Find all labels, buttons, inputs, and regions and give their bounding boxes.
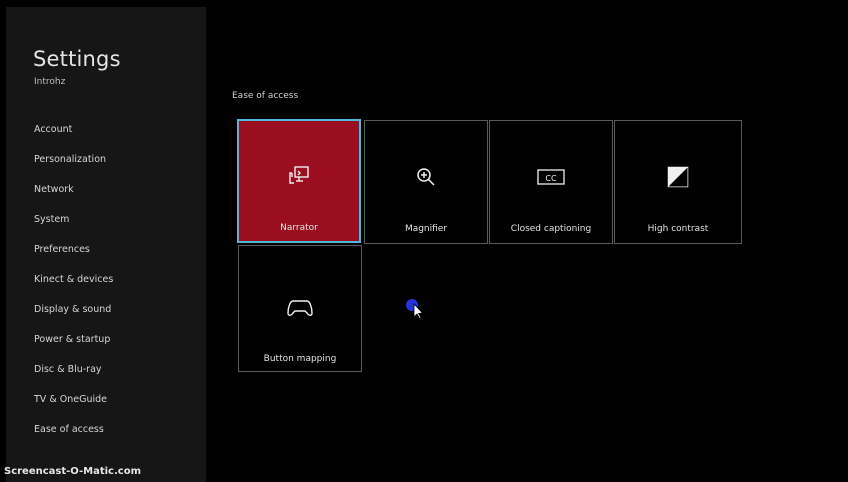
high-contrast-tile[interactable]: High contrast [614, 120, 742, 244]
sidebar-item-tv-oneguide[interactable]: TV & OneGuide [34, 394, 113, 424]
sidebar-item-account[interactable]: Account [34, 124, 113, 154]
sidebar-item-kinect-devices[interactable]: Kinect & devices [34, 274, 113, 304]
sidebar-item-ease-of-access[interactable]: Ease of access [34, 424, 113, 454]
watermark: Screencast-O-Matic.com [4, 466, 141, 477]
tile-label: Narrator [280, 223, 318, 233]
sidebar-item-preferences[interactable]: Preferences [34, 244, 113, 274]
sidebar-nav: Account Personalization Network System P… [34, 124, 113, 454]
tile-label: Closed captioning [510, 224, 592, 234]
section-title: Ease of access [232, 91, 299, 101]
mouse-pointer-icon [404, 296, 426, 324]
narrator-tile[interactable]: Narrator [237, 119, 361, 243]
closed-captioning-tile[interactable]: CC Closed captioning [489, 120, 613, 244]
tile-label: Magnifier [404, 224, 448, 234]
sidebar-item-display-sound[interactable]: Display & sound [34, 304, 113, 334]
sidebar: Settings Introhz Account Personalization… [6, 7, 206, 482]
high-contrast-icon [615, 165, 741, 189]
app-window: Settings Introhz Account Personalization… [6, 7, 844, 482]
sidebar-item-network[interactable]: Network [34, 184, 113, 214]
sidebar-item-system[interactable]: System [34, 214, 113, 244]
cc-glyph: CC [545, 174, 557, 183]
sidebar-item-personalization[interactable]: Personalization [34, 154, 113, 184]
narrator-icon [239, 164, 359, 188]
page-title: Settings [33, 47, 121, 71]
controller-icon [239, 296, 361, 320]
user-gamertag: Introhz [34, 77, 66, 87]
magnifier-tile[interactable]: Magnifier [364, 120, 488, 244]
sidebar-item-power-startup[interactable]: Power & startup [34, 334, 113, 364]
tile-label: High contrast [647, 224, 709, 234]
button-mapping-tile[interactable]: Button mapping [238, 245, 362, 372]
magnifier-icon [365, 165, 487, 189]
closed-captioning-icon: CC [490, 165, 612, 189]
sidebar-item-disc-bluray[interactable]: Disc & Blu-ray [34, 364, 113, 394]
tile-label: Button mapping [263, 354, 337, 364]
